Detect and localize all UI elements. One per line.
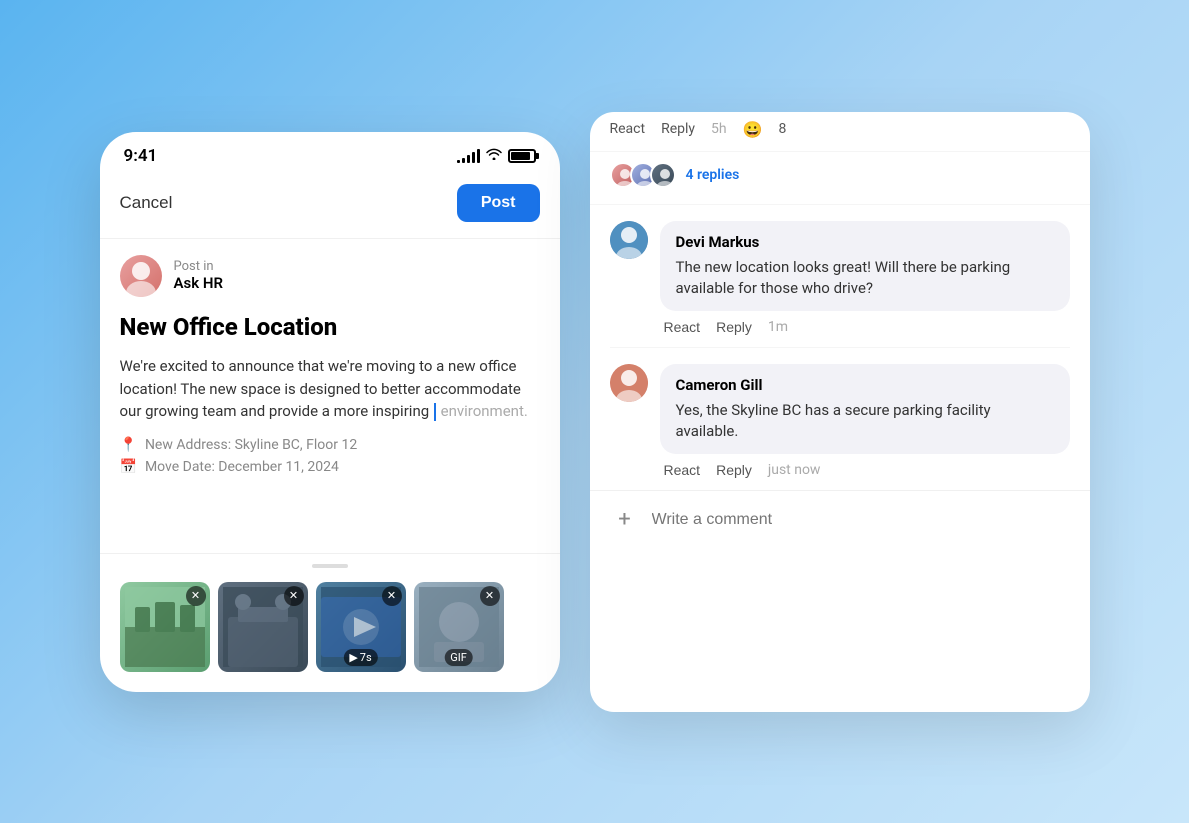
cameron-react-button[interactable]: React xyxy=(664,462,701,478)
meta-date: 📅 Move Date: December 11, 2024 xyxy=(120,459,540,475)
remove-image-2-button[interactable]: ✕ xyxy=(284,586,304,606)
cancel-button[interactable]: Cancel xyxy=(120,193,173,213)
devi-react-button[interactable]: React xyxy=(664,319,701,335)
nav-bar: Cancel Post xyxy=(100,176,560,239)
cameron-reply-button[interactable]: Reply xyxy=(716,462,752,478)
add-attachment-button[interactable]: + xyxy=(610,505,640,535)
devi-comment-bubble: Devi Markus The new location looks great… xyxy=(660,221,1070,311)
image-thumb-2[interactable]: ✕ xyxy=(218,582,308,672)
image-thumb-4[interactable]: ✕ GIF xyxy=(414,582,504,672)
battery-icon xyxy=(508,149,536,163)
cameron-avatar xyxy=(610,364,648,402)
cameron-comment-actions: React Reply just now xyxy=(660,462,1070,486)
meta-address: 📍 New Address: Skyline BC, Floor 12 xyxy=(120,437,540,453)
comment-item-1: Cameron Gill Yes, the Skyline BC has a s… xyxy=(590,348,1090,490)
cameron-text: Yes, the Skyline BC has a secure parking… xyxy=(676,400,1054,442)
cameron-comment-bubble: Cameron Gill Yes, the Skyline BC has a s… xyxy=(660,364,1070,454)
remove-image-1-button[interactable]: ✕ xyxy=(186,586,206,606)
chat-panel: React Reply 5h 😀 8 xyxy=(590,112,1090,712)
devi-name: Devi Markus xyxy=(676,233,1054,251)
devi-reply-button[interactable]: Reply xyxy=(716,319,752,335)
replies-link[interactable]: 4 replies xyxy=(686,167,740,183)
replies-row: 4 replies xyxy=(590,152,1090,205)
emoji-reaction-top[interactable]: 😀 xyxy=(743,120,763,139)
status-icons xyxy=(457,148,536,164)
remove-image-4-button[interactable]: ✕ xyxy=(480,586,500,606)
top-message-time: 5h xyxy=(711,121,727,137)
devi-text: The new location looks great! Will there… xyxy=(676,257,1054,299)
phone-left: 9:41 xyxy=(100,132,560,692)
devi-avatar xyxy=(610,221,648,259)
post-button[interactable]: Post xyxy=(457,184,540,222)
image-strip: ✕ ✕ xyxy=(100,574,560,692)
devi-comment-time: 1m xyxy=(768,319,788,335)
devi-comment-body: Devi Markus The new location looks great… xyxy=(660,221,1070,343)
reply-bar: React Reply 5h 😀 8 xyxy=(590,112,1090,152)
reply-button-top[interactable]: Reply xyxy=(661,121,695,137)
text-cursor-icon xyxy=(434,403,436,421)
post-body-cursor: environment. xyxy=(441,402,528,420)
post-title: New Office Location xyxy=(120,313,540,342)
video-duration-badge: ▶ Write a comment 7s xyxy=(343,649,377,666)
status-time: 9:41 xyxy=(124,146,158,166)
post-content: Post in Ask HR New Office Location We're… xyxy=(100,239,560,553)
post-body: We're excited to announce that we're mov… xyxy=(120,355,540,423)
post-meta: 📍 New Address: Skyline BC, Floor 12 📅 Mo… xyxy=(120,437,540,475)
reply-avatar-3 xyxy=(650,162,676,188)
react-button-top[interactable]: React xyxy=(610,121,646,137)
cameron-comment-time: just now xyxy=(768,462,821,478)
author-avatar xyxy=(120,255,162,297)
signal-bars-icon xyxy=(457,149,480,163)
image-thumb-1[interactable]: ✕ xyxy=(120,582,210,672)
write-comment-bar: + xyxy=(590,490,1090,549)
comment-input[interactable] xyxy=(652,511,1070,529)
drag-handle xyxy=(100,554,560,574)
post-author: Post in Ask HR xyxy=(120,255,540,297)
drag-pill xyxy=(312,564,348,568)
status-bar: 9:41 xyxy=(100,132,560,176)
play-icon: ▶ xyxy=(349,651,357,664)
wifi-icon xyxy=(486,148,502,164)
calendar-icon: 📅 xyxy=(120,459,137,475)
channel-name: Ask HR xyxy=(174,274,224,292)
cameron-name: Cameron Gill xyxy=(676,376,1054,394)
date-text: Move Date: December 11, 2024 xyxy=(145,459,339,475)
reply-avatars xyxy=(610,162,676,188)
address-text: New Address: Skyline BC, Floor 12 xyxy=(145,437,357,453)
remove-image-3-button[interactable]: ✕ xyxy=(382,586,402,606)
gif-badge: GIF xyxy=(444,649,473,666)
image-thumb-3[interactable]: ✕ ▶ Write a comment 7s xyxy=(316,582,406,672)
post-in-label: Post in xyxy=(174,259,224,274)
author-info: Post in Ask HR xyxy=(174,259,224,292)
comment-item-0: Devi Markus The new location looks great… xyxy=(590,205,1090,347)
reaction-count-top: 8 xyxy=(779,121,787,137)
scene: 9:41 xyxy=(0,0,1189,823)
location-icon: 📍 xyxy=(120,437,137,453)
devi-comment-actions: React Reply 1m xyxy=(660,319,1070,343)
cameron-comment-body: Cameron Gill Yes, the Skyline BC has a s… xyxy=(660,364,1070,486)
